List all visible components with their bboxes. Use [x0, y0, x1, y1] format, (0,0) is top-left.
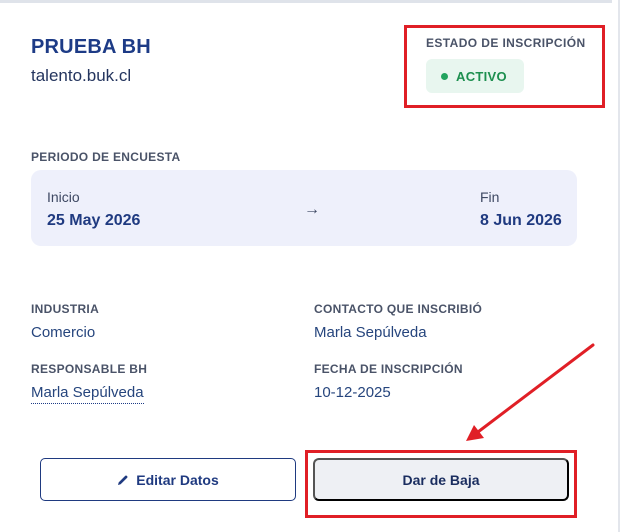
status-dot-icon	[441, 72, 449, 80]
company-name: PRUEBA BH	[31, 36, 151, 58]
industry-label: INDUSTRIA	[31, 302, 100, 316]
survey-start-date: 25 May 2026	[47, 212, 141, 229]
pencil-icon	[118, 475, 128, 485]
edit-data-label: Editar Datos	[136, 471, 219, 488]
status-badge: ACTIVO	[426, 59, 524, 93]
edit-data-button[interactable]: Editar Datos	[40, 458, 296, 501]
survey-end-date: 8 Jun 2026	[480, 212, 562, 229]
period-arrow-icon: →	[304, 201, 320, 218]
company-domain: talento.buk.cl	[31, 66, 132, 85]
status-label: ESTADO DE INSCRIPCIÓN	[426, 36, 586, 50]
right-divider	[618, 0, 620, 532]
survey-start-label: Inicio	[47, 189, 80, 205]
contact-value: Marla Sepúlveda	[314, 324, 427, 341]
survey-end-label: Fin	[480, 189, 500, 205]
deregister-button[interactable]: Dar de Baja	[313, 458, 569, 501]
contact-label: CONTACTO QUE INSCRIBIÓ	[314, 302, 483, 316]
deregister-label: Dar de Baja	[402, 471, 480, 488]
responsible-value[interactable]: Marla Sepúlveda	[31, 384, 144, 404]
registration-date-label: FECHA DE INSCRIPCIÓN	[314, 362, 463, 376]
responsible-label: RESPONSABLE BH	[31, 362, 148, 376]
industry-value: Comercio	[31, 324, 96, 341]
survey-period-label: PERIODO DE ENCUESTA	[31, 150, 181, 164]
top-divider	[0, 0, 612, 3]
status-value: ACTIVO	[456, 68, 507, 84]
registration-date-value: 10-12-2025	[314, 384, 391, 401]
